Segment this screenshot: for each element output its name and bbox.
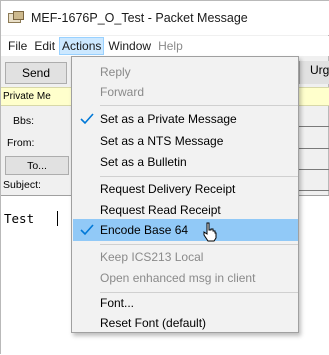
message-body-text[interactable]: Test: [4, 211, 34, 226]
from-field[interactable]: [299, 148, 329, 149]
menu-item-label: Encode Base 64: [100, 223, 189, 237]
send-button[interactable]: Send: [5, 62, 67, 84]
menu-item-label: Set as a Private Message: [100, 112, 237, 126]
menu-help[interactable]: Help: [155, 37, 186, 55]
urgency-label: Urg: [310, 63, 329, 77]
menu-item-request-delivery[interactable]: Request Delivery Receipt: [73, 178, 298, 200]
mouse-pointer-icon: [203, 222, 217, 242]
menu-edit[interactable]: Edit: [31, 37, 58, 55]
checkmark-icon: [80, 224, 94, 236]
text-caret: [57, 211, 58, 226]
menu-item-keep-ics213[interactable]: Keep ICS213 Local: [73, 246, 298, 268]
menu-file[interactable]: File: [5, 37, 30, 55]
menu-item-forward[interactable]: Forward: [73, 81, 298, 103]
menu-window[interactable]: Window: [105, 37, 154, 55]
menu-item-reply[interactable]: Reply: [73, 61, 298, 83]
menu-item-set-nts[interactable]: Set as a NTS Message: [73, 130, 298, 152]
packet-message-window: MEF-1676P_O_Test - Packet Message File E…: [0, 0, 329, 355]
menu-bar: File Edit Actions Window Help: [1, 36, 329, 56]
to-button[interactable]: To...: [5, 156, 69, 175]
bbs-field[interactable]: [299, 126, 329, 127]
subject-label: Subject:: [3, 179, 41, 191]
menu-separator: [100, 244, 298, 245]
checkmark-icon: [80, 113, 94, 125]
menu-separator: [100, 105, 298, 106]
menu-item-font[interactable]: Font...: [73, 292, 298, 314]
actions-menu-dropdown: Reply Forward Set as a Private Message S…: [71, 56, 299, 333]
subject-field[interactable]: [299, 190, 329, 191]
menu-actions[interactable]: Actions: [59, 37, 105, 55]
menu-item-set-bulletin[interactable]: Set as a Bulletin: [73, 151, 298, 173]
bbs-label: Bbs:: [13, 115, 35, 127]
menu-item-set-private[interactable]: Set as a Private Message: [73, 108, 298, 130]
menu-item-open-enhanced[interactable]: Open enhanced msg in client: [73, 267, 298, 289]
menu-item-encode-base64[interactable]: Encode Base 64: [73, 219, 298, 241]
menu-item-request-read[interactable]: Request Read Receipt: [73, 199, 298, 221]
to-field[interactable]: [299, 169, 329, 170]
title-bar: MEF-1676P_O_Test - Packet Message: [1, 1, 329, 35]
envelope-app-icon: [8, 11, 25, 25]
window-title: MEF-1676P_O_Test - Packet Message: [31, 11, 248, 25]
from-label: From:: [7, 137, 35, 149]
menu-separator: [100, 176, 298, 177]
menu-item-reset-font[interactable]: Reset Font (default): [73, 312, 298, 334]
